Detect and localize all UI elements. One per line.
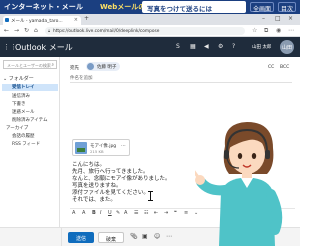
text-cursor-icon	[148, 191, 153, 201]
indent-icon[interactable]: ⇥	[164, 210, 168, 216]
recipient-avatar	[87, 63, 94, 70]
search-input[interactable]: メールとユーザーの検索 ⌕	[3, 60, 57, 69]
lock-icon: 🔒︎	[48, 28, 51, 33]
sidebar-item-drafts[interactable]: 下書き	[12, 101, 26, 107]
megaphone-icon[interactable]: ◀	[204, 43, 209, 50]
numbering-icon[interactable]: ☷	[144, 210, 148, 216]
discard-button[interactable]: 破棄	[98, 232, 124, 243]
attach-icon[interactable]: 📎︎	[130, 233, 138, 240]
sidebar-item-junk[interactable]: 迷惑メール	[12, 109, 35, 115]
italic-icon[interactable]: I	[100, 210, 101, 216]
window-close-icon[interactable]: ×	[288, 15, 293, 22]
underline-icon[interactable]: U	[108, 210, 112, 216]
app-name[interactable]: Outlook メール	[15, 42, 73, 53]
contents-button[interactable]: 目次	[278, 2, 297, 13]
outlook-header: ⋮⋮ Outlook メール S ▦ ◀ ⚙ ? 山田 太郎 山田	[0, 37, 300, 57]
help-icon[interactable]: ?	[232, 43, 235, 50]
skype-icon[interactable]: S	[176, 43, 180, 50]
url-field[interactable]: 🔒︎ https://outlook.live.com/mail/0/deepl…	[45, 27, 245, 35]
fullscreen-button[interactable]: 全画面	[250, 2, 275, 13]
attachment-more-icon[interactable]: ⋯	[121, 143, 126, 149]
reload-icon[interactable]: ↻	[24, 27, 29, 34]
browser-tab[interactable]: メール - yamada_taro... ×	[3, 16, 81, 25]
quote-icon[interactable]: ❝	[174, 210, 177, 216]
image-thumbnail-icon	[75, 142, 87, 154]
folders-header[interactable]: ⌄ フォルダー	[3, 75, 34, 82]
my-day-icon[interactable]: ▦	[190, 43, 196, 50]
sidebar-item-archive[interactable]: アーカイブ	[6, 125, 28, 131]
send-button[interactable]: 送信	[68, 232, 94, 243]
forward-icon[interactable]: →	[14, 27, 19, 34]
emoji-icon[interactable]: ☺	[154, 233, 160, 240]
font-icon[interactable]: A	[72, 210, 75, 216]
lesson-title: 写真をつけて送るには	[142, 1, 246, 13]
user-name: 山田 太郎	[252, 45, 272, 50]
recipient-name: 佐藤 明子	[97, 64, 117, 70]
chevron-down-icon: ⌄	[3, 76, 8, 82]
align-icon[interactable]: ≡	[184, 210, 188, 216]
home-icon[interactable]: ⌂	[34, 27, 38, 34]
sidebar-item-sent[interactable]: 送信済み	[12, 93, 30, 99]
sidebar-item-conversation-history[interactable]: 会話の履歴	[12, 133, 35, 139]
outlook-favicon-icon	[5, 18, 9, 22]
banner-title: インターネット・メール	[4, 3, 84, 11]
highlight-icon[interactable]: ✎	[116, 210, 120, 216]
maximize-icon[interactable]: □	[275, 15, 281, 22]
bcc-link[interactable]: BCC	[280, 65, 289, 70]
browser-tab-bar: メール - yamada_taro... × + – □ ×	[0, 14, 300, 25]
font-color-icon[interactable]: A	[124, 210, 127, 216]
profile-icon[interactable]: ◉	[276, 27, 281, 34]
subject-field[interactable]: 件名を追加	[70, 75, 292, 83]
sidebar-item-rss[interactable]: RSS フィード	[12, 141, 40, 147]
tab-close-icon[interactable]: ×	[74, 17, 78, 23]
address-bar: ← → ↻ ⌂ 🔒︎ https://outlook.live.com/mail…	[0, 25, 300, 37]
more-actions-icon[interactable]: ⋯	[166, 233, 172, 240]
sidebar-item-inbox[interactable]: 受信トレイ	[2, 84, 58, 91]
new-tab-icon[interactable]: +	[84, 15, 89, 22]
attachment-card[interactable]: モアイ像.jpg 215 KB ⋯	[72, 139, 130, 156]
back-icon[interactable]: ←	[4, 27, 9, 34]
cartoon-guide	[195, 122, 283, 246]
folder-pane: メールとユーザーの検索 ⌕ ⌄ フォルダー 受信トレイ 送信済み 下書き 迷惑メ…	[0, 57, 60, 227]
tab-title: メール - yamada_taro...	[11, 19, 63, 24]
minimize-icon[interactable]: –	[262, 15, 265, 22]
url-text: https://outlook.live.com/mail/0/deeplink…	[53, 28, 160, 34]
to-label[interactable]: 宛先	[70, 65, 79, 71]
insert-image-icon[interactable]: ▣	[142, 233, 148, 240]
sidebar-item-deleted[interactable]: 削除済みアイテム	[12, 117, 48, 123]
font-size-icon[interactable]: A	[82, 210, 85, 216]
star-icon[interactable]: ☆	[252, 27, 257, 34]
recipient-chip[interactable]: 佐藤 明子	[86, 62, 121, 71]
pane-footer	[0, 227, 62, 246]
bold-icon[interactable]: B	[92, 210, 96, 216]
lesson-banner: インターネット・メール Webメールの活用 写真をつけて送るには 全画面 目次	[0, 0, 300, 14]
settings-gear-icon[interactable]: ⚙	[218, 43, 223, 50]
collections-icon[interactable]: ⧉	[264, 27, 268, 35]
attachment-size: 215 KB	[90, 149, 104, 154]
body-line[interactable]: それでは、また。	[72, 195, 116, 203]
subject-placeholder: 件名を追加	[70, 76, 93, 81]
folders-label: フォルダー	[8, 76, 34, 82]
bullets-icon[interactable]: ☰	[134, 210, 138, 216]
search-icon: ⌕	[51, 63, 54, 68]
browser-menu-icon[interactable]: ⋯	[288, 27, 294, 34]
avatar[interactable]: 山田	[280, 40, 294, 54]
cc-link[interactable]: CC	[268, 65, 274, 70]
search-placeholder: メールとユーザーの検索	[7, 62, 51, 68]
outdent-icon[interactable]: ⇤	[154, 210, 158, 216]
